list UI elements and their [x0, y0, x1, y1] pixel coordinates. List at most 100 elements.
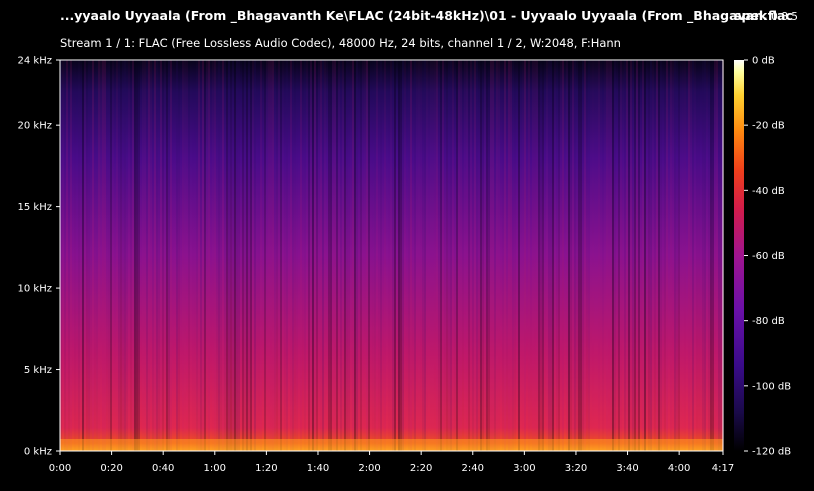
- spectrogram-texture: [472, 60, 474, 451]
- spectrogram-texture: [104, 60, 106, 451]
- spectrogram-texture: [542, 60, 544, 451]
- spectrogram-texture: [252, 60, 254, 451]
- spectrogram-texture: [496, 60, 498, 451]
- spectrogram-texture: [204, 60, 206, 451]
- spectrogram-texture: [358, 60, 360, 451]
- spectrogram-texture: [436, 60, 438, 451]
- spectrogram-texture: [506, 60, 508, 451]
- y-tick-label: 5 kHz: [24, 365, 52, 376]
- spectrogram-texture: [702, 60, 704, 451]
- spectrogram-texture: [170, 60, 172, 451]
- spectrogram-texture: [218, 60, 220, 451]
- spectrogram-texture: [210, 60, 212, 451]
- spectrogram-texture: [664, 60, 666, 451]
- spectrogram-texture: [96, 60, 98, 451]
- spectrogram-texture: [130, 60, 132, 451]
- spectrogram-texture: [514, 60, 516, 451]
- spectrogram-texture: [320, 60, 322, 451]
- x-tick-label: 3:40: [616, 463, 638, 474]
- spectrogram-texture: [682, 60, 684, 451]
- spectrogram-texture: [268, 60, 270, 451]
- spectrogram-texture: [568, 60, 570, 451]
- spectrogram-texture: [644, 60, 646, 451]
- spectrogram-texture: [492, 60, 494, 451]
- spectrogram-texture: [80, 60, 82, 451]
- spectrogram-texture: [294, 60, 296, 451]
- spectrogram-texture: [486, 60, 488, 451]
- spectrogram-texture: [544, 60, 546, 451]
- spectrogram-texture: [468, 60, 470, 451]
- spectrogram-texture: [288, 60, 290, 451]
- spectrogram-texture: [244, 60, 246, 451]
- spectrogram-texture: [466, 60, 468, 451]
- spectrogram-texture: [494, 60, 496, 451]
- spectrogram-texture: [552, 60, 554, 451]
- spectrogram-texture: [222, 60, 224, 451]
- spectrogram-texture: [532, 60, 534, 451]
- spectrogram-texture: [564, 60, 566, 451]
- spectrogram-texture: [500, 60, 502, 451]
- spectrogram-texture: [582, 60, 584, 451]
- spectrogram-texture: [302, 60, 304, 451]
- spectrogram-texture: [434, 60, 436, 451]
- spectrogram-texture: [224, 60, 226, 451]
- spectrogram-texture: [214, 60, 216, 451]
- spectrogram-texture: [240, 60, 242, 451]
- spectrogram-texture: [66, 60, 68, 451]
- low-frequency-energy: [60, 439, 723, 451]
- spectrogram-texture: [384, 60, 386, 451]
- spectrogram-texture: [562, 60, 564, 451]
- spectrogram-texture: [566, 60, 568, 451]
- spectrogram-texture: [330, 60, 332, 451]
- spectrogram-texture: [398, 60, 400, 451]
- spectrogram-texture: [140, 60, 142, 451]
- colorbar: [734, 60, 744, 451]
- spectrogram-texture: [342, 60, 344, 451]
- spectrogram-texture: [422, 60, 424, 451]
- spectrogram-texture: [194, 60, 196, 451]
- x-tick-label: 0:00: [49, 463, 71, 474]
- x-tick-label: 0:40: [152, 463, 174, 474]
- spectrogram-texture: [478, 60, 480, 451]
- spectrogram-texture: [650, 60, 652, 451]
- y-tick-label: 15 kHz: [18, 202, 52, 213]
- spectrogram-texture: [452, 60, 454, 451]
- spectrogram-texture: [662, 60, 664, 451]
- spectrogram-texture: [98, 60, 100, 451]
- spectrogram-texture: [124, 60, 126, 451]
- spectrogram-texture: [630, 60, 632, 451]
- spectrogram-texture: [178, 60, 180, 451]
- spectrogram-texture: [620, 60, 622, 451]
- spectrogram-texture: [490, 60, 492, 451]
- spectrogram-texture: [606, 60, 608, 451]
- spectrogram-texture: [370, 60, 372, 451]
- spectrogram-texture: [314, 60, 316, 451]
- spectrogram-texture: [220, 60, 222, 451]
- spectrogram-texture: [380, 60, 382, 451]
- spectrogram-texture: [660, 60, 662, 451]
- spectrogram-texture: [580, 60, 582, 451]
- spectrogram-texture: [412, 60, 414, 451]
- spectrogram-texture: [182, 60, 184, 451]
- spectrogram-texture: [278, 60, 280, 451]
- spectrogram-texture: [142, 60, 144, 451]
- spectrogram-texture: [276, 60, 278, 451]
- spectrogram-texture: [332, 60, 334, 451]
- spectrogram-texture: [102, 60, 104, 451]
- spectrogram-texture: [578, 60, 580, 451]
- spectrogram-texture: [592, 60, 594, 451]
- spectrogram-texture: [168, 60, 170, 451]
- spectrogram-texture: [550, 60, 552, 451]
- spectrogram-texture: [162, 60, 164, 451]
- spectrogram-texture: [72, 60, 74, 451]
- spectrogram-texture: [248, 60, 250, 451]
- spectrogram-texture: [92, 60, 94, 451]
- spectrogram-texture: [110, 60, 112, 451]
- spectrogram-texture: [270, 60, 272, 451]
- spectrogram-texture: [584, 60, 586, 451]
- spectrogram-texture: [462, 60, 464, 451]
- spectrogram-texture: [76, 60, 78, 451]
- spectrogram-texture: [238, 60, 240, 451]
- spectrogram-texture: [610, 60, 612, 451]
- spectrogram-texture: [604, 60, 606, 451]
